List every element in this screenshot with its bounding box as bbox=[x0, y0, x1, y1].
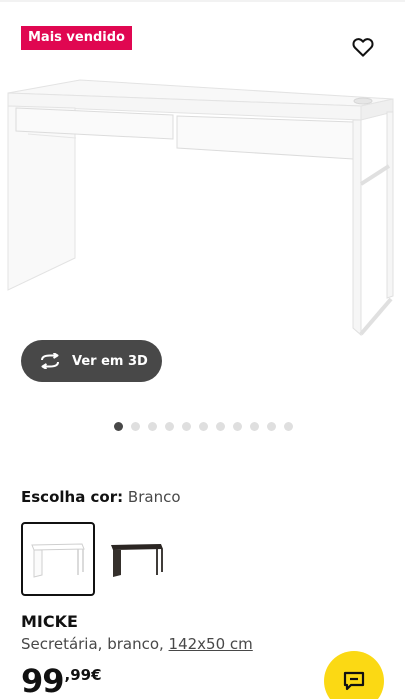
color-label: Escolha cor: bbox=[21, 488, 124, 506]
carousel-dot[interactable] bbox=[216, 422, 225, 431]
carousel-dot[interactable] bbox=[114, 422, 123, 431]
carousel-dot[interactable] bbox=[250, 422, 259, 431]
chat-button[interactable] bbox=[324, 651, 384, 699]
carousel-dot[interactable] bbox=[131, 422, 140, 431]
product-price: 99 ,99€ bbox=[21, 662, 102, 699]
rotate-3d-icon bbox=[39, 352, 63, 370]
view-3d-button[interactable]: Ver em 3D bbox=[21, 340, 162, 382]
favourite-button[interactable] bbox=[349, 34, 377, 60]
chat-icon bbox=[343, 671, 365, 691]
color-selector-label: Escolha cor: Branco bbox=[21, 488, 181, 506]
carousel-dot[interactable] bbox=[284, 422, 293, 431]
top-divider bbox=[0, 0, 405, 2]
black-brown-desk-thumbnail bbox=[111, 544, 163, 577]
bestseller-badge: Mais vendido bbox=[21, 26, 132, 50]
carousel-dot[interactable] bbox=[165, 422, 174, 431]
color-option-branco[interactable] bbox=[21, 522, 95, 596]
carousel-dot[interactable] bbox=[267, 422, 276, 431]
product-dimensions-link[interactable]: 142x50 cm bbox=[169, 635, 253, 653]
carousel-dot[interactable] bbox=[182, 422, 191, 431]
price-integer: 99 bbox=[21, 662, 65, 699]
carousel-dot[interactable] bbox=[233, 422, 242, 431]
carousel-dot[interactable] bbox=[148, 422, 157, 431]
carousel-dot[interactable] bbox=[199, 422, 208, 431]
selected-color-value: Branco bbox=[127, 488, 181, 506]
view-3d-label: Ver em 3D bbox=[72, 353, 148, 369]
product-description-text: Secretária, branco, bbox=[21, 635, 169, 653]
white-desk-thumbnail bbox=[31, 543, 85, 578]
price-decimal: ,99€ bbox=[64, 666, 102, 684]
carousel-pagination bbox=[114, 422, 293, 431]
color-option-preto-castanho[interactable] bbox=[100, 522, 174, 596]
heart-icon bbox=[352, 38, 374, 57]
product-image[interactable] bbox=[0, 74, 405, 342]
product-name: MICKE bbox=[21, 612, 78, 631]
product-description: Secretária, branco, 142x50 cm bbox=[21, 635, 253, 653]
